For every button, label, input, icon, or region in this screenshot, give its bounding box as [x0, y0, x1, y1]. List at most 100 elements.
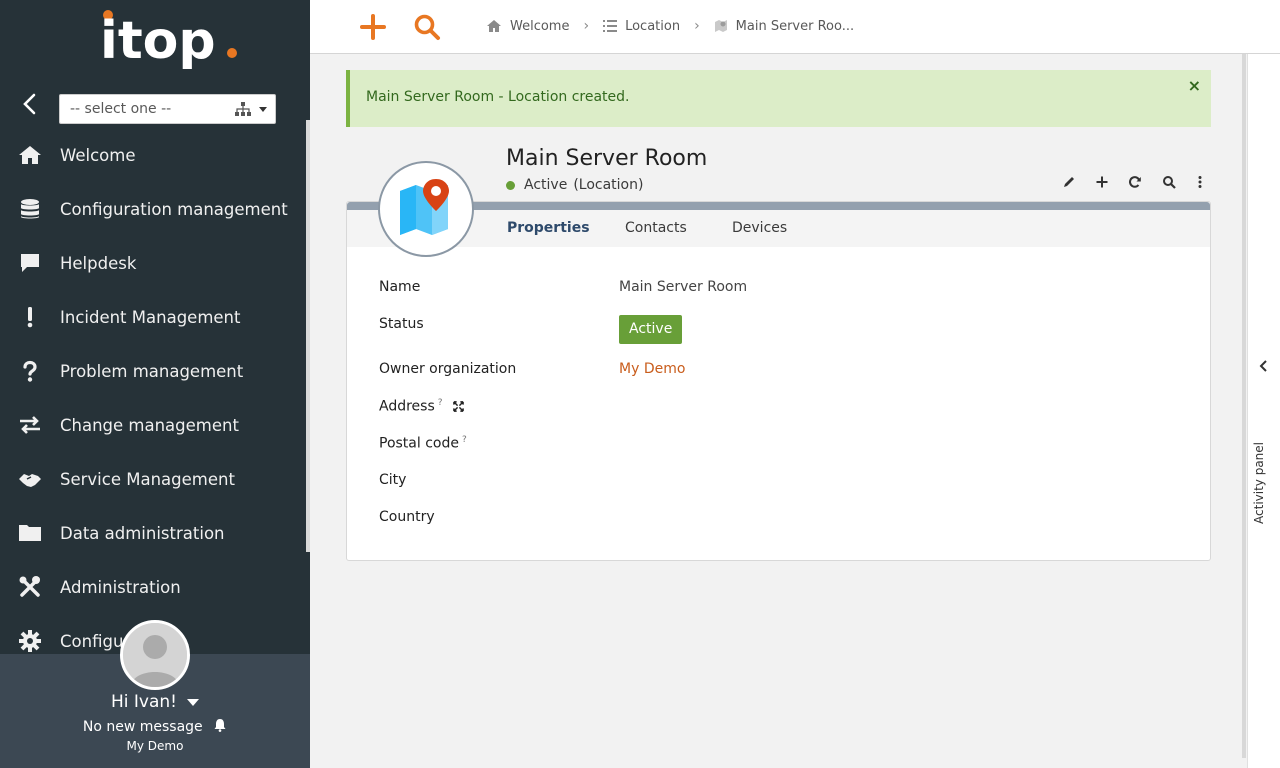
- activity-panel-label: Activity panel: [1252, 442, 1266, 524]
- field-city-label: City: [379, 472, 407, 488]
- field-address-label: Address?: [379, 398, 464, 415]
- handshake-icon: [0, 452, 60, 506]
- global-search-button[interactable]: [412, 12, 442, 42]
- breadcrumb-label: Welcome: [510, 18, 570, 34]
- user-organization: My Demo: [126, 739, 184, 753]
- refresh-icon: [1129, 176, 1141, 188]
- menu-item-data-administration[interactable]: Data administration: [0, 506, 306, 560]
- more-vertical-icon: [1198, 176, 1202, 188]
- help-icon[interactable]: ?: [438, 398, 443, 408]
- breadcrumb-label: Location: [625, 18, 681, 34]
- postal-label-text: Postal code: [379, 435, 459, 452]
- collapse-sidebar-icon[interactable]: [18, 92, 42, 116]
- help-icon[interactable]: ?: [462, 435, 467, 445]
- new-button[interactable]: [1092, 172, 1112, 192]
- exchange-arrows-icon: [0, 398, 60, 452]
- map-pin-icon: [400, 179, 449, 235]
- success-alert: Main Server Room - Location created. ×: [346, 70, 1211, 127]
- close-icon[interactable]: ×: [1188, 76, 1201, 95]
- menu-item-helpdesk[interactable]: Helpdesk: [0, 236, 306, 290]
- organization-select-value: -- select one --: [70, 101, 172, 117]
- plus-icon: [360, 14, 386, 40]
- breadcrumb-label: Main Server Roo...: [735, 18, 855, 34]
- organization-select[interactable]: -- select one --: [59, 94, 276, 124]
- hierarchy-icon: [235, 102, 251, 116]
- search-icon: [414, 14, 440, 40]
- menu-item-label: Configuration management: [60, 199, 288, 219]
- caret-down-icon: [187, 698, 199, 706]
- main-menu: Welcome Configuration management Helpdes…: [0, 128, 306, 668]
- chevron-down-icon: [259, 107, 267, 112]
- object-status: Active (Location): [506, 177, 643, 193]
- status-badge: Active: [619, 315, 683, 344]
- menu-item-configuration-management[interactable]: Configuration management: [0, 182, 306, 236]
- menu-item-change-management[interactable]: Change management: [0, 398, 306, 452]
- speech-bubble-icon: [0, 236, 60, 290]
- svg-text:itop: itop: [100, 11, 216, 71]
- breadcrumb: Welcome › Location › Main Server Roo...: [486, 18, 854, 34]
- field-postal-code-label: Postal code?: [379, 435, 467, 452]
- object-class: (Location): [573, 177, 644, 193]
- sidebar-scrollbar[interactable]: [306, 120, 310, 552]
- question-icon: [0, 344, 60, 398]
- menu-item-label: Incident Management: [60, 307, 241, 327]
- tab-bar: Properties Contacts Devices: [347, 210, 1210, 247]
- home-icon: [0, 128, 60, 182]
- breadcrumb-separator-icon: ›: [694, 18, 700, 34]
- owner-organization-link[interactable]: My Demo: [619, 361, 685, 377]
- status-text: Active: [524, 177, 568, 193]
- database-icon: [0, 182, 60, 236]
- exclamation-icon: [0, 290, 60, 344]
- menu-item-service-management[interactable]: Service Management: [0, 452, 306, 506]
- top-bar: Welcome › Location › Main Server Roo...: [310, 0, 1280, 54]
- more-actions-button[interactable]: [1190, 172, 1210, 192]
- search-icon: [1163, 176, 1176, 189]
- object-icon: [378, 161, 474, 257]
- expand-icon[interactable]: [453, 401, 464, 412]
- user-greeting[interactable]: Hi Ivan!: [0, 692, 310, 712]
- location-icon: [714, 20, 727, 32]
- menu-item-label: Problem management: [60, 361, 244, 381]
- user-greeting-text: Hi Ivan!: [111, 692, 177, 712]
- status-dot-icon: [506, 180, 515, 190]
- address-label-text: Address: [379, 398, 435, 415]
- activity-panel[interactable]: Activity panel: [1247, 54, 1280, 768]
- new-object-button[interactable]: [358, 12, 388, 42]
- card-header-strip: [347, 202, 1210, 210]
- menu-item-problem-management[interactable]: Problem management: [0, 344, 306, 398]
- page-title: Main Server Room: [506, 146, 708, 171]
- pencil-icon: [1064, 177, 1074, 187]
- breadcrumb-current[interactable]: Main Server Roo...: [714, 19, 854, 34]
- breadcrumb-location[interactable]: Location: [603, 19, 680, 34]
- refresh-button[interactable]: [1125, 172, 1145, 192]
- itop-logo[interactable]: itop: [100, 8, 240, 80]
- alert-message: Main Server Room - Location created.: [366, 89, 630, 105]
- tab-contacts[interactable]: Contacts: [625, 220, 687, 236]
- menu-item-label: Welcome: [60, 145, 136, 165]
- avatar[interactable]: [120, 620, 190, 690]
- list-icon: [603, 20, 618, 32]
- menu-item-welcome[interactable]: Welcome: [0, 128, 306, 182]
- breadcrumb-welcome[interactable]: Welcome: [486, 19, 569, 34]
- menu-item-label: Data administration: [60, 523, 225, 543]
- menu-item-label: Change management: [60, 415, 239, 435]
- folder-icon: [0, 506, 60, 560]
- plus-icon: [1096, 176, 1108, 188]
- main-scrollbar[interactable]: [1242, 54, 1246, 758]
- edit-button[interactable]: [1059, 172, 1079, 192]
- menu-item-incident-management[interactable]: Incident Management: [0, 290, 306, 344]
- tab-properties[interactable]: Properties: [507, 220, 590, 236]
- field-owner-label: Owner organization: [379, 361, 517, 377]
- menu-item-label: Service Management: [60, 469, 235, 489]
- tab-devices[interactable]: Devices: [732, 220, 787, 236]
- menu-item-administration[interactable]: Administration: [0, 560, 306, 614]
- home-icon: [487, 20, 501, 32]
- tools-icon: [0, 560, 60, 614]
- menu-item-label: Administration: [60, 577, 181, 597]
- breadcrumb-separator-icon: ›: [583, 18, 590, 34]
- chevron-left-icon[interactable]: [1256, 358, 1272, 374]
- field-name-label: Name: [379, 279, 421, 295]
- field-status-label: Status: [379, 316, 424, 332]
- notifications[interactable]: No new message: [0, 718, 310, 735]
- search-button[interactable]: [1159, 172, 1179, 192]
